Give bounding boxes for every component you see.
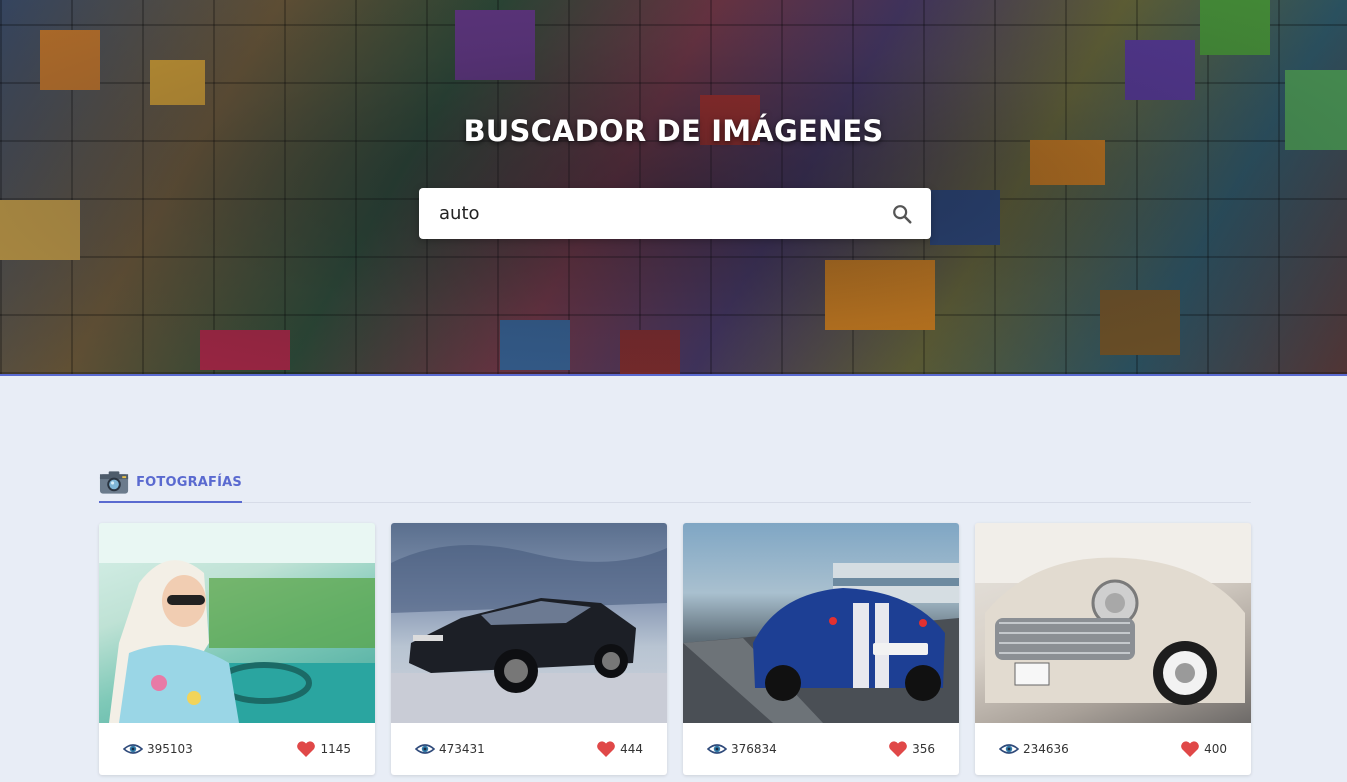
photo-classic-cadillac[interactable] [975, 523, 1251, 723]
search-box [419, 188, 931, 239]
views-count: 473431 [439, 742, 485, 756]
photo-blue-ferrari-racetrack[interactable] [683, 523, 959, 723]
photo-stats: 234636 400 [975, 723, 1251, 775]
results-section: FOTOGRAFÍAS 395103 1145 473431 444 37683… [99, 463, 1251, 775]
views-stat: 234636 [999, 742, 1069, 756]
likes-count: 400 [1204, 742, 1227, 756]
search-icon [893, 204, 912, 224]
views-count: 234636 [1023, 742, 1069, 756]
photo-card[interactable]: 376834 356 [683, 523, 959, 775]
camera-icon [99, 471, 129, 494]
heart-icon [1181, 741, 1199, 757]
tab-label: FOTOGRAFÍAS [136, 474, 242, 490]
tab-bar: FOTOGRAFÍAS [99, 463, 1251, 503]
heart-icon [597, 741, 615, 757]
photo-woman-in-vintage-car[interactable] [99, 523, 375, 723]
eye-icon [415, 744, 435, 754]
views-count: 376834 [731, 742, 777, 756]
likes-stat[interactable]: 1145 [296, 740, 351, 758]
likes-count: 444 [620, 742, 643, 756]
page-title: BUSCADOR DE IMÁGENES [463, 114, 884, 148]
views-stat: 376834 [707, 742, 777, 756]
eye-icon [999, 744, 1019, 754]
photo-stats: 376834 356 [683, 723, 959, 775]
photo-card[interactable]: 473431 444 [391, 523, 667, 775]
likes-stat[interactable]: 444 [596, 740, 643, 758]
views-count: 395103 [147, 742, 193, 756]
likes-stat[interactable]: 356 [888, 740, 935, 758]
search-input[interactable] [419, 188, 873, 239]
views-stat: 395103 [123, 742, 193, 756]
photo-stats: 395103 1145 [99, 723, 375, 775]
views-stat: 473431 [415, 742, 485, 756]
likes-count: 356 [912, 742, 935, 756]
hero-overlay [0, 0, 1347, 374]
photo-black-mustang[interactable] [391, 523, 667, 723]
tab-fotografias[interactable]: FOTOGRAFÍAS [99, 463, 242, 503]
search-button[interactable] [873, 188, 931, 239]
photo-grid: 395103 1145 473431 444 376834 356 234636… [99, 523, 1251, 775]
heart-icon [889, 741, 907, 757]
photo-stats: 473431 444 [391, 723, 667, 775]
hero-banner: BUSCADOR DE IMÁGENES [0, 0, 1347, 376]
photo-card[interactable]: 234636 400 [975, 523, 1251, 775]
heart-icon [297, 741, 316, 757]
likes-count: 1145 [320, 742, 351, 756]
eye-icon [123, 744, 143, 754]
photo-card[interactable]: 395103 1145 [99, 523, 375, 775]
eye-icon [707, 744, 727, 754]
likes-stat[interactable]: 400 [1180, 740, 1227, 758]
